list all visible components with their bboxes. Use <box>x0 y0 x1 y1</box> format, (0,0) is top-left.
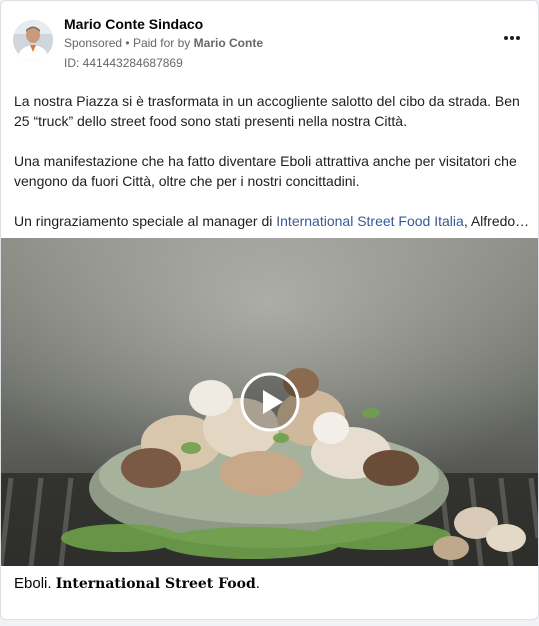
paragraph-3: Un ringraziamento speciale al manager di… <box>14 211 529 231</box>
paid-for-prefix: Paid for by <box>132 36 191 50</box>
sponsored-label[interactable]: Sponsored <box>64 36 122 50</box>
caption-suffix: . <box>255 575 260 592</box>
media-caption: Eboli. International Street Food. <box>14 575 260 592</box>
paragraph-3-suffix: , Alfredo… <box>463 213 530 229</box>
paragraph-3-prefix: Un ringraziamento speciale al manager di <box>14 213 277 229</box>
author-name[interactable]: Mario Conte Sindaco <box>64 16 203 32</box>
post-header: Mario Conte Sindaco Sponsored • Paid for… <box>13 15 526 73</box>
sponsored-line: Sponsored • Paid for by Mario Conte <box>64 36 263 50</box>
caption-styled: International Street Food <box>55 576 256 592</box>
post-body-text: La nostra Piazza si è trasformata in un … <box>14 91 529 251</box>
separator-dot: • <box>125 36 130 50</box>
ad-post-card: Mario Conte Sindaco Sponsored • Paid for… <box>0 0 539 620</box>
play-button[interactable] <box>240 372 300 432</box>
video-thumbnail[interactable] <box>1 238 538 566</box>
ad-id: ID: 441443284687869 <box>64 56 183 70</box>
paid-for-name: Mario Conte <box>193 36 263 50</box>
isf-italia-link[interactable]: International Street Food Italia <box>276 213 464 229</box>
more-horizontal-icon <box>504 36 520 40</box>
author-avatar[interactable] <box>13 20 53 60</box>
caption-prefix: Eboli. <box>14 575 56 592</box>
more-options-button[interactable] <box>498 29 526 49</box>
play-icon <box>240 372 300 432</box>
paragraph-1: La nostra Piazza si è trasformata in un … <box>14 93 520 129</box>
paragraph-2: Una manifestazione che ha fatto diventar… <box>14 153 517 189</box>
